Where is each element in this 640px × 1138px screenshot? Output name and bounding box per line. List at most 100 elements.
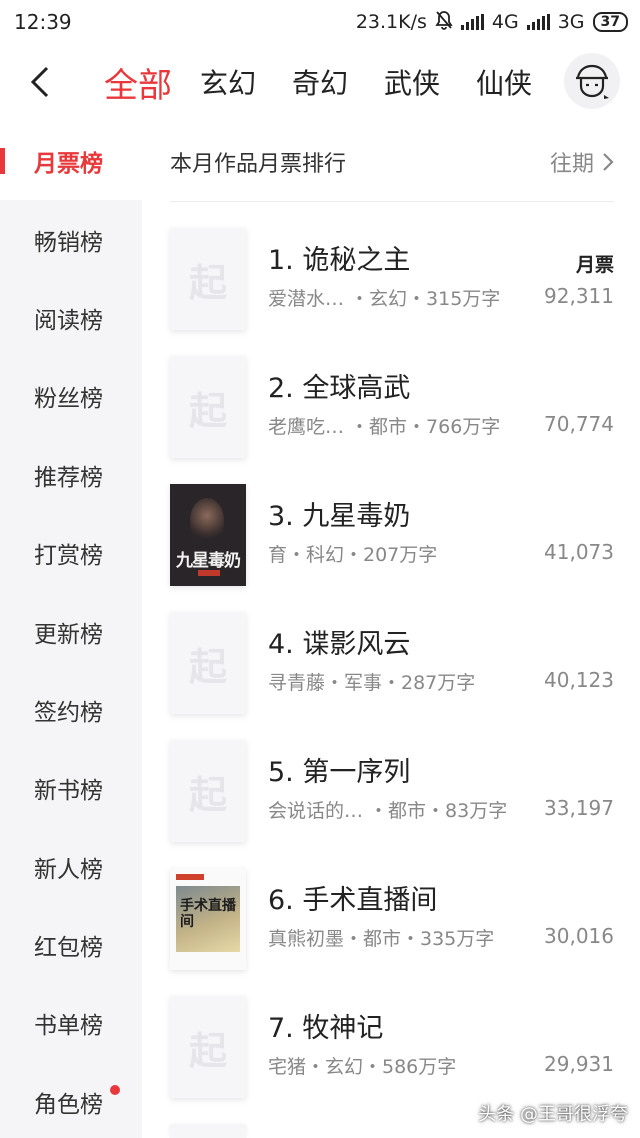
book-row[interactable]: 手术直播间 6. 手术直播间 真熊初墨・都市・335万字 30,016	[170, 868, 614, 972]
book-row[interactable]: 起 1. 诡秘之主 月票 爱潜水… ・玄幻・315万字 92,311	[170, 228, 614, 332]
sidebar-item-characters[interactable]: 角色榜	[0, 1063, 142, 1138]
signal-icon-2	[526, 14, 550, 30]
book-title: 7. 牧神记	[268, 1013, 384, 1044]
book-row[interactable]: 起 7. 牧神记 宅猪・玄幻・586万字 29,931	[170, 996, 614, 1100]
book-row[interactable]: 起 2. 全球高武 老鹰吃… ・都市・766万字 70,774	[170, 356, 614, 460]
back-button[interactable]	[22, 62, 58, 102]
ranking-list: 本月作品月票排行 往期 起 1. 诡秘之主 月票 爱潜水… ・玄幻・315万字 …	[142, 122, 640, 1138]
sidebar-item-label: 新书榜	[34, 778, 103, 805]
user-avatar-button[interactable]	[564, 53, 620, 109]
book-title: 2. 全球高武	[268, 373, 411, 404]
tab-wuxia[interactable]: 武侠	[384, 62, 440, 102]
cover-placeholder-icon: 起	[188, 260, 227, 305]
ranking-header: 本月作品月票排行 往期	[170, 122, 614, 202]
top-nav: 全部 玄幻 奇幻 武侠 仙侠	[0, 44, 640, 120]
sidebar-item-update[interactable]: 更新榜	[0, 592, 142, 670]
sidebar-item-monthly-votes[interactable]: 月票榜	[0, 122, 142, 201]
votes-column-label: 月票	[575, 254, 614, 276]
book-votes: 33,197	[544, 796, 614, 820]
sidebar-item-label: 畅销榜	[34, 229, 103, 256]
book-row[interactable]: 九星毒奶 3. 九星毒奶 育・科幻・207万字 41,073	[170, 484, 614, 588]
book-cover: 起	[170, 740, 246, 842]
sidebar-item-new-books[interactable]: 新书榜	[0, 749, 142, 827]
book-row[interactable]: 起 5. 第一序列 会说话的… ・都市・83万字 33,197	[170, 740, 614, 844]
book-title: 5. 第一序列	[268, 757, 411, 788]
book-votes: 70,774	[544, 412, 614, 436]
cover-placeholder-icon: 起	[188, 388, 227, 433]
sidebar-item-label: 打赏榜	[34, 543, 103, 570]
status-icons: 23.1K/s 4G 3G 37	[356, 10, 628, 35]
sidebar-item-label: 粉丝榜	[34, 386, 103, 413]
network-type-1: 4G	[491, 11, 519, 33]
sidebar-item-fans[interactable]: 粉丝榜	[0, 357, 142, 435]
book-meta: 老鹰吃… ・都市・766万字	[268, 416, 501, 438]
sidebar-item-label: 新人榜	[34, 856, 103, 883]
book-title: 3. 九星毒奶	[268, 501, 411, 532]
sidebar-item-reading[interactable]: 阅读榜	[0, 279, 142, 357]
network-speed: 23.1K/s	[355, 11, 427, 33]
sidebar-item-booklist[interactable]: 书单榜	[0, 984, 142, 1062]
book-votes: 41,073	[544, 540, 614, 564]
ranking-sidebar: 月票榜 畅销榜 阅读榜 粉丝榜 推荐榜 打赏榜 更新榜 签约榜 新书榜 新人榜 …	[0, 122, 142, 1138]
sidebar-item-label: 更新榜	[34, 621, 103, 648]
sidebar-item-recommend[interactable]: 推荐榜	[0, 436, 142, 514]
ranking-title: 本月作品月票排行	[170, 151, 347, 177]
book-cover: 起	[170, 996, 246, 1098]
book-cover: 九星毒奶	[170, 484, 246, 586]
avatar-icon	[576, 64, 609, 99]
cover-placeholder-icon: 起	[188, 1028, 227, 1073]
category-tabs: 全部 玄幻 奇幻 武侠 仙侠	[104, 44, 568, 120]
sidebar-item-reward[interactable]: 打赏榜	[0, 514, 142, 592]
chevron-right-icon	[603, 152, 614, 171]
book-meta: 育・科幻・207万字	[268, 544, 438, 566]
book-votes: 29,931	[544, 1052, 614, 1076]
tab-qihuan[interactable]: 奇幻	[292, 62, 348, 102]
book-votes: 30,016	[544, 924, 614, 948]
cover-placeholder-icon: 起	[188, 772, 227, 817]
publisher-mark	[176, 874, 204, 880]
cover-title-art: 九星毒奶	[176, 551, 241, 571]
tab-all[interactable]: 全部	[104, 58, 172, 107]
book-title: 4. 谍影风云	[268, 629, 411, 660]
book-meta: 真熊初墨・都市・335万字	[268, 928, 495, 950]
book-votes: 40,123	[544, 668, 614, 692]
history-link[interactable]: 往期	[550, 146, 614, 178]
book-cover: 起	[170, 612, 246, 714]
book-row[interactable]: 起 4. 谍影风云 寻青藤・军事・287万字 40,123	[170, 612, 614, 716]
sidebar-item-label: 月票榜	[34, 151, 103, 178]
watermark: 头条 @王哥很浮夸	[478, 1104, 628, 1125]
book-meta: 宅猪・玄幻・586万字	[268, 1056, 457, 1078]
cover-title-art: 手术直播间	[180, 898, 236, 930]
tab-xianxia[interactable]: 仙侠	[476, 62, 532, 102]
status-time: 12:39	[14, 10, 72, 34]
sidebar-item-new-authors[interactable]: 新人榜	[0, 828, 142, 906]
sidebar-item-label: 角色榜	[34, 1091, 103, 1118]
book-cover: 起	[170, 228, 246, 330]
sidebar-item-label: 红包榜	[34, 935, 103, 962]
sidebar-item-red-packet[interactable]: 红包榜	[0, 906, 142, 984]
publisher-mark	[198, 570, 220, 576]
sidebar-item-signed[interactable]: 签约榜	[0, 671, 142, 749]
book-meta: 爱潜水… ・玄幻・315万字	[268, 288, 501, 310]
book-title: 6. 手术直播间	[268, 885, 438, 916]
signal-icon	[460, 14, 484, 30]
network-type-2: 3G	[557, 11, 585, 33]
book-cover: 手术直播间	[170, 868, 246, 970]
book-meta: 会说话的… ・都市・83万字	[268, 800, 508, 822]
mute-icon	[435, 10, 453, 35]
book-votes: 92,311	[544, 284, 614, 308]
notification-dot	[110, 1084, 120, 1095]
book-cover: 起	[170, 356, 246, 458]
book-title: 1. 诡秘之主	[268, 245, 411, 276]
cover-art	[190, 498, 224, 542]
sidebar-item-label: 签约榜	[34, 699, 103, 726]
cover-placeholder-icon: 起	[188, 644, 227, 689]
sidebar-item-label: 推荐榜	[34, 464, 103, 491]
tab-xuanhuan[interactable]: 玄幻	[200, 62, 256, 102]
sidebar-item-label: 书单榜	[34, 1013, 103, 1040]
history-label: 往期	[549, 151, 594, 177]
book-cover-partial	[170, 1126, 246, 1138]
battery-icon: 37	[592, 12, 628, 32]
sidebar-item-bestseller[interactable]: 畅销榜	[0, 200, 142, 278]
chevron-left-icon	[30, 66, 49, 98]
